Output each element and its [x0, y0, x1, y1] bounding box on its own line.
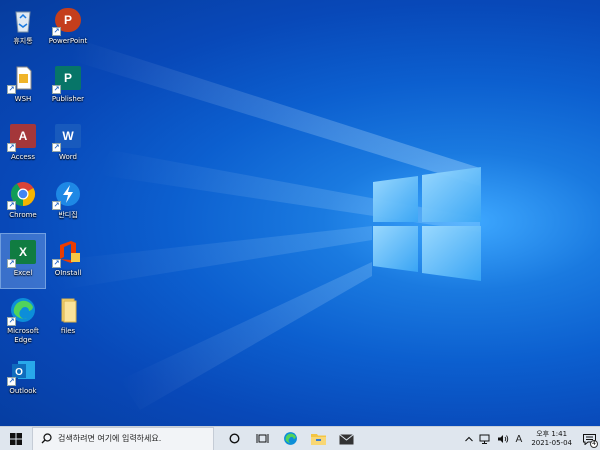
desktop-icon-label: files [60, 327, 76, 335]
desktop-icon-label: Outlook [9, 387, 37, 395]
taskbar-edge-button[interactable] [276, 427, 304, 450]
input-method-indicator[interactable]: A [512, 434, 525, 445]
taskbar-mail-button[interactable] [332, 427, 360, 450]
file-explorer-icon [310, 434, 326, 445]
desktop-icon-label: 반디집 [58, 211, 78, 219]
action-center-button[interactable]: 4 [578, 427, 600, 450]
start-button[interactable] [0, 427, 32, 450]
desktop-icon-label: Word [59, 153, 77, 161]
shortcut-arrow-icon: ↗ [7, 317, 16, 326]
task-view-icon [256, 434, 268, 443]
taskbar-file-explorer-button[interactable] [304, 427, 332, 450]
shortcut-arrow-icon: ↗ [7, 259, 16, 268]
edge-icon: ↗ [7, 296, 37, 326]
desktop-icon-word[interactable]: W ↗ Word [46, 118, 90, 172]
clock-date: 2021-05-04 [531, 439, 572, 447]
bandizip-icon: ↗ [52, 180, 82, 210]
office-install-icon: ↗ [52, 238, 82, 268]
chevron-up-icon [465, 436, 474, 442]
system-tray: A 오후 1:41 2021-05-04 4 [462, 427, 600, 450]
speaker-icon [498, 435, 509, 443]
publisher-icon: P ↗ [52, 64, 82, 94]
desktop[interactable]: 휴지통 P ↗ PowerPoint ↗ WSH P ↗ Publisher A… [0, 0, 600, 426]
powerpoint-icon: P ↗ [52, 6, 82, 36]
shortcut-arrow-icon: ↗ [7, 143, 16, 152]
desktop-icon-label: 휴지통 [13, 37, 33, 45]
windows-start-icon [10, 432, 22, 445]
desktop-icon-outlook[interactable]: O ↗ Outlook [1, 352, 45, 406]
edge-icon [283, 432, 297, 445]
cortana-button[interactable] [220, 427, 248, 450]
show-hidden-icons-button[interactable] [462, 436, 476, 442]
desktop-icon-label: OInstall [54, 269, 82, 277]
desktop-icon-edge[interactable]: ↗ Microsoft Edge [1, 292, 45, 352]
word-icon: W ↗ [52, 122, 82, 152]
script-file-icon: ↗ [7, 64, 37, 94]
outlook-icon: O ↗ [7, 356, 37, 386]
desktop-icon-publisher[interactable]: P ↗ Publisher [46, 60, 90, 114]
desktop-icon-excel[interactable]: X ↗ Excel [0, 233, 46, 289]
desktop-icon-oinstall[interactable]: ↗ OInstall [46, 234, 90, 288]
shortcut-arrow-icon: ↗ [7, 85, 16, 94]
shortcut-arrow-icon: ↗ [52, 201, 61, 210]
chrome-icon: ↗ [7, 180, 37, 210]
taskbar-clock[interactable]: 오후 1:41 2021-05-04 [525, 430, 578, 448]
shortcut-arrow-icon: ↗ [52, 85, 61, 94]
search-placeholder: 검색하려면 여기에 입력하세요. [58, 434, 162, 443]
network-button[interactable] [476, 434, 494, 444]
desktop-icon-bandizip[interactable]: ↗ 반디집 [46, 176, 90, 230]
cortana-circle-icon [228, 433, 240, 444]
taskbar: 검색하려면 여기에 입력하세요. A 오후 1:41 2021-05-04 4 [0, 426, 600, 450]
desktop-icon-access[interactable]: A ↗ Access [1, 118, 45, 172]
clock-time: 오후 1:41 [536, 430, 568, 438]
desktop-icon-label: WSH [14, 95, 32, 103]
task-view-button[interactable] [248, 427, 276, 450]
network-icon [479, 434, 490, 444]
shortcut-arrow-icon: ↗ [7, 377, 16, 386]
taskbar-search-box[interactable]: 검색하려면 여기에 입력하세요. [32, 426, 214, 450]
desktop-icon-label: Publisher [51, 95, 85, 103]
volume-button[interactable] [494, 434, 512, 444]
excel-icon: X ↗ [7, 238, 37, 268]
shortcut-arrow-icon: ↗ [52, 143, 61, 152]
desktop-icon-label: Excel [13, 269, 33, 277]
shortcut-arrow-icon: ↗ [52, 259, 61, 268]
desktop-icon-chrome[interactable]: ↗ Chrome [1, 176, 45, 230]
desktop-icon-label: Chrome [9, 211, 37, 219]
shortcut-arrow-icon: ↗ [52, 27, 61, 36]
search-icon [41, 433, 52, 444]
desktop-icon-label: PowerPoint [48, 37, 88, 45]
desktop-icon-recycle-bin[interactable]: 휴지통 [1, 2, 45, 56]
access-icon: A ↗ [7, 122, 37, 152]
recycle-bin-icon [9, 6, 37, 34]
desktop-icon-wsh[interactable]: ↗ WSH [1, 60, 45, 114]
mail-icon [338, 433, 354, 444]
desktop-icon-label: Microsoft Edge [7, 327, 39, 344]
desktop-icon-label: Access [11, 153, 35, 161]
desktop-icon-files[interactable]: files [46, 292, 90, 346]
svg-text:O: O [15, 367, 23, 378]
desktop-icon-grid: 휴지통 P ↗ PowerPoint ↗ WSH P ↗ Publisher A… [0, 0, 100, 426]
notification-count-badge: 4 [590, 440, 598, 448]
folder-icon [54, 296, 82, 324]
desktop-icon-powerpoint[interactable]: P ↗ PowerPoint [46, 2, 90, 56]
shortcut-arrow-icon: ↗ [7, 201, 16, 210]
